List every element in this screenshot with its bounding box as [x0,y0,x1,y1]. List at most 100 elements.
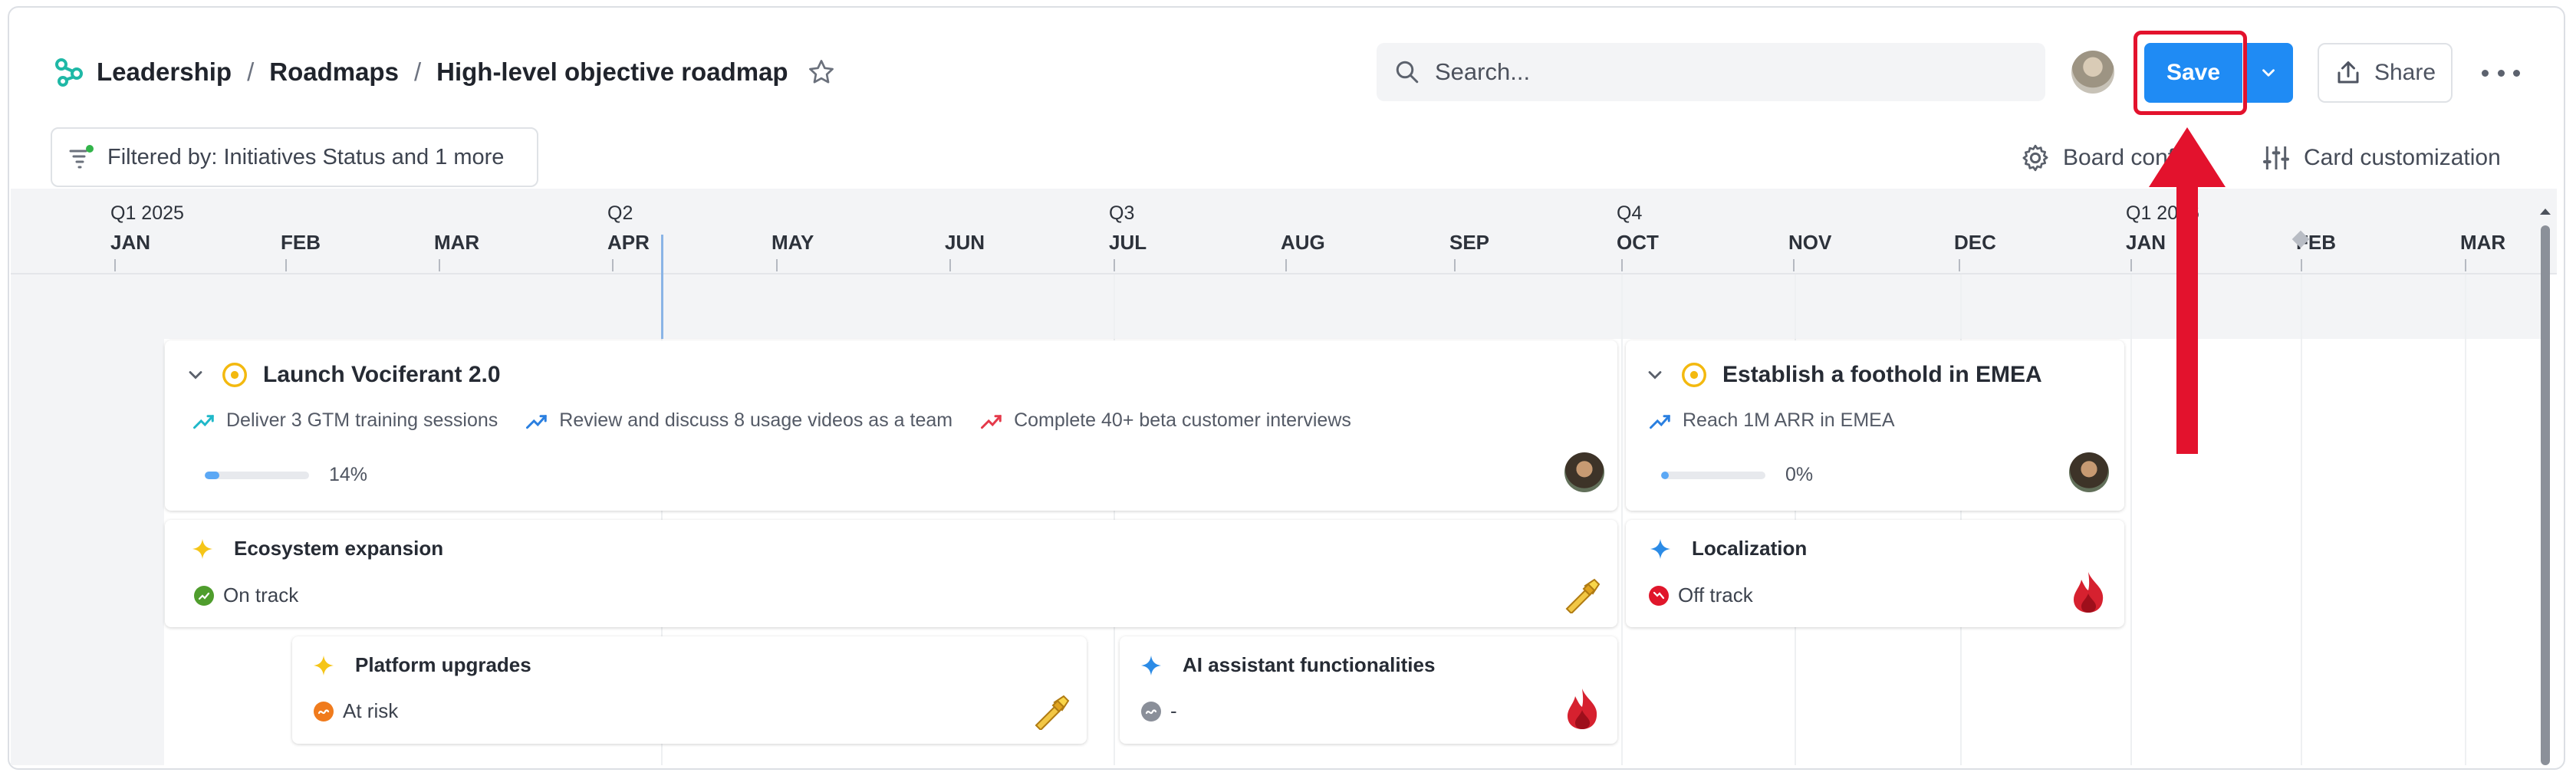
search-box[interactable] [1377,43,2045,101]
card-customization-button[interactable]: Card customization [2261,136,2501,179]
share-button[interactable]: Share [2318,43,2453,103]
share-label: Share [2374,60,2436,85]
month-label: JUN [945,231,985,254]
owner-avatar[interactable] [2069,452,2109,492]
objective-header: Establish a foothold in EMEA [1644,360,2042,390]
month-tick [1285,259,1287,271]
lane-header-column [11,274,164,765]
initiative-title: Ecosystem expansion [234,537,444,560]
progress-bar [1661,471,1765,479]
trend-up-icon [981,414,1002,429]
filter-label: Filtered by: Initiatives Status and 1 mo… [107,144,505,169]
grid-line [2130,274,2132,765]
initiative-card[interactable]: AI assistant functionalities - [1120,636,1617,744]
progress-value: 14% [329,464,368,485]
objective-progress: 0% [1661,464,1813,486]
key-result[interactable]: Complete 40+ beta customer interviews [980,409,1351,432]
breadcrumb-separator: / [247,58,255,86]
quarter-label: Q3 [1109,202,1135,224]
objective-progress: 14% [205,464,367,486]
initiative-header: Localization [1649,537,1807,560]
status-label: - [1170,699,1177,722]
card-customization-label: Card customization [2304,145,2501,170]
today-line [661,235,663,339]
trend-up-icon [526,414,548,429]
save-options-button[interactable] [2244,43,2293,103]
initiative-title: Platform upgrades [355,653,531,676]
page-title: High-level objective roadmap [436,58,788,86]
status-badge: - [1141,699,1177,723]
initiative-card[interactable]: Platform upgrades At risk [292,636,1087,744]
objective-title: Establish a foothold in EMEA [1722,362,2042,387]
month-tick [2465,259,2466,271]
initiative-title: AI assistant functionalities [1183,653,1436,676]
breadcrumb-separator: / [413,58,422,86]
chevron-down-icon[interactable] [1644,364,1666,386]
quarter-label: Q1 2025 [110,202,184,224]
key-results-row: Deliver 3 GTM training sessions Review a… [192,409,1379,432]
key-result[interactable]: Deliver 3 GTM training sessions [192,409,498,432]
month-label: MAR [434,231,480,254]
grid-line [2465,274,2466,765]
objective-header: Launch Vociferant 2.0 [185,360,501,390]
objective-card[interactable]: Launch Vociferant 2.0 Deliver 3 GTM trai… [165,340,1617,511]
search-icon [1393,58,1421,86]
share-icon [2334,59,2362,87]
sliders-icon [2261,143,2291,173]
chevron-down-icon[interactable] [185,364,206,386]
breadcrumb-roadmaps[interactable]: Roadmaps [269,58,399,87]
no-status-icon [1141,701,1161,721]
month-label: APR [607,231,650,254]
month-tick [285,259,287,271]
flashlight-icon [1562,574,1602,617]
progress-bar-fill [205,471,220,479]
key-result-label: Complete 40+ beta customer interviews [1014,409,1351,431]
month-tick [949,259,951,271]
sparkle-icon [192,538,213,559]
filter-icon [66,142,97,173]
owner-avatar[interactable] [1564,452,1604,492]
month-label: MAY [771,231,814,254]
month-tick [114,259,116,271]
filter-button[interactable]: Filtered by: Initiatives Status and 1 mo… [51,127,538,187]
on-track-icon [194,585,214,606]
month-label: MAR [2460,231,2506,254]
search-input[interactable] [1433,58,2019,87]
gear-icon [2020,143,2051,173]
status-label: Off track [1678,583,1753,606]
objective-target-icon [1679,360,1709,390]
month-tick [439,259,440,271]
more-options-icon[interactable] [2482,61,2520,84]
month-label: OCT [1617,231,1659,254]
month-tick [2130,259,2132,271]
at-risk-icon [314,701,334,721]
key-result[interactable]: Reach 1M ARR in EMEA [1649,409,1895,432]
chevron-down-icon [2259,63,2278,83]
objective-card[interactable]: Establish a foothold in EMEA Reach 1M AR… [1626,340,2124,511]
sparkle-icon [1140,655,1162,675]
star-icon[interactable] [807,58,836,87]
off-track-icon [1649,585,1669,606]
avatar[interactable] [2071,51,2114,94]
status-label: On track [223,583,299,606]
initiative-card[interactable]: Ecosystem expansion On track [165,520,1617,627]
month-label: JAN [110,231,151,254]
quarter-label: Q4 [1617,202,1643,224]
key-result[interactable]: Review and discuss 8 usage videos as a t… [525,409,952,432]
initiative-card[interactable]: Localization Off track [1626,520,2124,627]
breadcrumb: Leadership / Roadmaps / High-level objec… [54,52,836,92]
progress-value: 0% [1785,464,1814,485]
month-tick [776,259,778,271]
key-result-label: Deliver 3 GTM training sessions [226,409,498,431]
breadcrumb-leadership[interactable]: Leadership [97,58,232,87]
month-label: NOV [1788,231,1832,254]
status-label: At risk [343,699,399,722]
month-label: JUL [1109,231,1147,254]
key-result-label: Review and discuss 8 usage videos as a t… [559,409,953,431]
status-badge: At risk [314,699,398,723]
trend-up-icon [193,414,214,429]
status-badge: Off track [1649,583,1753,607]
vertical-scrollbar[interactable] [2537,202,2554,765]
progress-bar-fill [1661,471,1669,479]
flame-icon [1563,687,1601,734]
